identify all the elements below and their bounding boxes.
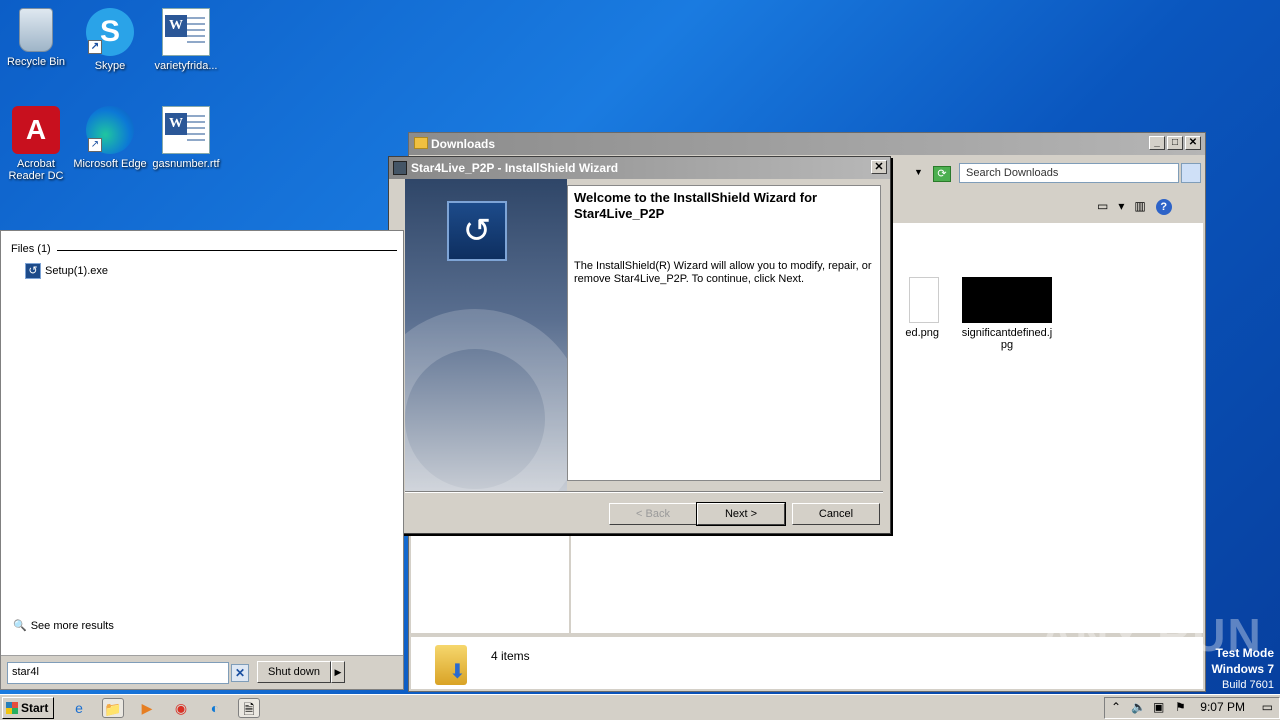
watermark-line2: Windows 7 bbox=[1211, 662, 1274, 676]
desktop-icon-label: Acrobat Reader DC bbox=[8, 158, 64, 182]
see-more-results-link[interactable]: 🔍 See more results bbox=[13, 619, 114, 633]
desktop-icon-skype[interactable]: S ↗ Skype bbox=[72, 8, 148, 72]
separator bbox=[405, 491, 883, 493]
start-button[interactable]: Start bbox=[2, 697, 54, 719]
banner-graphic bbox=[405, 309, 567, 491]
close-button[interactable]: ✕ bbox=[1185, 136, 1201, 150]
shortcut-arrow-icon: ↗ bbox=[88, 138, 102, 152]
network-icon[interactable]: ▣ bbox=[1153, 700, 1164, 714]
image-thumbnail bbox=[962, 277, 1052, 323]
edge-icon: ↗ bbox=[86, 106, 134, 154]
see-more-label: See more results bbox=[30, 619, 114, 632]
system-tray: ⌃ 🔈 ▣ ⚑ 9:07 PM ▭ bbox=[1104, 697, 1280, 719]
installer-icon bbox=[393, 161, 407, 175]
installer-taskbar-icon[interactable]: 🗎 bbox=[238, 698, 260, 718]
installshield-logo-icon: ↺ bbox=[447, 201, 507, 261]
help-icon[interactable]: ? bbox=[1155, 199, 1172, 215]
desktop-icon-label: Recycle Bin bbox=[6, 56, 66, 68]
view-toolbar: ▭ ▾ ▥ ? bbox=[1097, 199, 1172, 215]
wizard-titlebar[interactable]: Star4Live_P2P - InstallShield Wizard ✕ bbox=[389, 157, 890, 179]
minimize-button[interactable]: _ bbox=[1149, 136, 1165, 150]
wizard-body: The InstallShield(R) Wizard will allow y… bbox=[574, 260, 872, 285]
watermark-line1: Test Mode bbox=[1215, 646, 1274, 660]
chrome-icon[interactable]: ◉ bbox=[170, 698, 192, 718]
word-document-icon: W bbox=[162, 106, 210, 154]
files-header: Files (1) bbox=[11, 243, 51, 255]
next-button[interactable]: Next > bbox=[696, 502, 786, 526]
preview-pane-icon[interactable]: ▥ bbox=[1134, 199, 1145, 215]
explorer-title: Downloads bbox=[431, 137, 496, 151]
refresh-icon[interactable]: ⟳ bbox=[933, 166, 951, 182]
wizard-title: Star4Live_P2P - InstallShield Wizard bbox=[411, 161, 619, 175]
desktop-icon-gasnumber[interactable]: W gasnumber.rtf bbox=[148, 106, 224, 170]
watermark-line3: Build 7601 bbox=[1222, 679, 1274, 691]
desktop-icon-acrobat[interactable]: A Acrobat Reader DC bbox=[0, 106, 74, 182]
clear-search-icon[interactable]: ✕ bbox=[231, 664, 249, 682]
desktop-icon-edge[interactable]: ↗ Microsoft Edge bbox=[72, 106, 148, 170]
edge-taskbar-icon[interactable]: ◐ bbox=[204, 698, 226, 718]
search-result-setup[interactable]: ↺ Setup(1).exe bbox=[25, 263, 108, 279]
action-center-flag-icon[interactable]: ⚑ bbox=[1175, 700, 1186, 714]
internet-explorer-icon[interactable]: e bbox=[68, 698, 90, 718]
wizard-heading: Welcome to the InstallShield Wizard for … bbox=[574, 190, 818, 221]
start-search-input[interactable]: star4l bbox=[7, 662, 229, 684]
desktop-icon-varietyfrida[interactable]: W varietyfrida... bbox=[148, 8, 224, 72]
wizard-banner: ↺ bbox=[405, 179, 567, 491]
shutdown-button[interactable]: Shut down bbox=[257, 661, 331, 683]
search-result-label: Setup(1).exe bbox=[45, 265, 108, 277]
show-desktop-icon[interactable]: ▭ bbox=[1262, 700, 1273, 714]
explorer-titlebar[interactable]: Downloads _ □ ✕ bbox=[409, 133, 1205, 155]
folder-icon bbox=[414, 137, 428, 149]
desktop-icon-label: Skype bbox=[94, 60, 126, 72]
desktop-icon-label: gasnumber.rtf bbox=[152, 158, 220, 170]
magnifier-icon: 🔍 bbox=[13, 620, 27, 632]
divider bbox=[57, 250, 397, 251]
view-icon[interactable]: ▭ bbox=[1097, 199, 1108, 215]
skype-icon: S ↗ bbox=[86, 8, 134, 56]
items-count: 4 items bbox=[491, 649, 530, 663]
setup-exe-icon: ↺ bbox=[25, 263, 41, 279]
close-button[interactable]: ✕ bbox=[871, 160, 887, 174]
word-document-icon: W bbox=[162, 8, 210, 56]
desktop-icon-label: varietyfrida... bbox=[154, 60, 218, 72]
back-button[interactable]: < Back bbox=[609, 503, 697, 525]
cancel-button[interactable]: Cancel bbox=[792, 503, 880, 525]
maximize-button[interactable]: □ bbox=[1167, 136, 1183, 150]
desktop-icon-recycle-bin[interactable]: Recycle Bin bbox=[0, 8, 74, 68]
file-item[interactable]: significantdefined.jpg bbox=[959, 277, 1055, 351]
start-label: Start bbox=[21, 701, 49, 715]
windows-logo-icon bbox=[6, 702, 18, 714]
volume-icon[interactable]: 🔈 bbox=[1131, 700, 1146, 714]
shutdown-options-icon[interactable]: ▶ bbox=[331, 661, 345, 683]
installshield-wizard[interactable]: Star4Live_P2P - InstallShield Wizard ✕ ↺… bbox=[388, 156, 891, 534]
desktop-icon-label: Microsoft Edge bbox=[73, 158, 147, 170]
acrobat-icon: A bbox=[12, 106, 60, 154]
address-dropdown-icon[interactable]: ▼ bbox=[914, 167, 923, 177]
clock[interactable]: 9:07 PM bbox=[1200, 700, 1245, 714]
explorer-taskbar-icon[interactable]: 📁 bbox=[102, 698, 124, 718]
media-player-icon[interactable]: ▶ bbox=[136, 698, 158, 718]
shortcut-arrow-icon: ↗ bbox=[88, 40, 102, 54]
search-icon[interactable] bbox=[1181, 163, 1201, 183]
show-hidden-icons-icon[interactable]: ⌃ bbox=[1111, 700, 1121, 714]
downloads-folder-icon bbox=[435, 645, 467, 685]
start-menu-bottom: star4l ✕ Shut down ▶ bbox=[1, 655, 403, 689]
image-thumbnail bbox=[909, 277, 939, 323]
recycle-bin-icon bbox=[19, 8, 53, 52]
start-menu[interactable]: Files (1) ↺ Setup(1).exe 🔍 See more resu… bbox=[0, 230, 404, 690]
search-input[interactable]: Search Downloads bbox=[959, 163, 1179, 183]
file-name: significantdefined.jpg bbox=[961, 327, 1053, 351]
wizard-panel: Welcome to the InstallShield Wizard for … bbox=[567, 185, 881, 481]
taskbar: Start e 📁 ▶ ◉ ◐ 🗎 ⌃ 🔈 ▣ ⚑ 9:07 PM ▭ bbox=[0, 694, 1280, 720]
view-dropdown-icon[interactable]: ▾ bbox=[1118, 199, 1124, 215]
test-mode-watermark: Test Mode Windows 7 Build 7601 bbox=[1211, 646, 1274, 693]
pane-divider bbox=[569, 535, 571, 633]
